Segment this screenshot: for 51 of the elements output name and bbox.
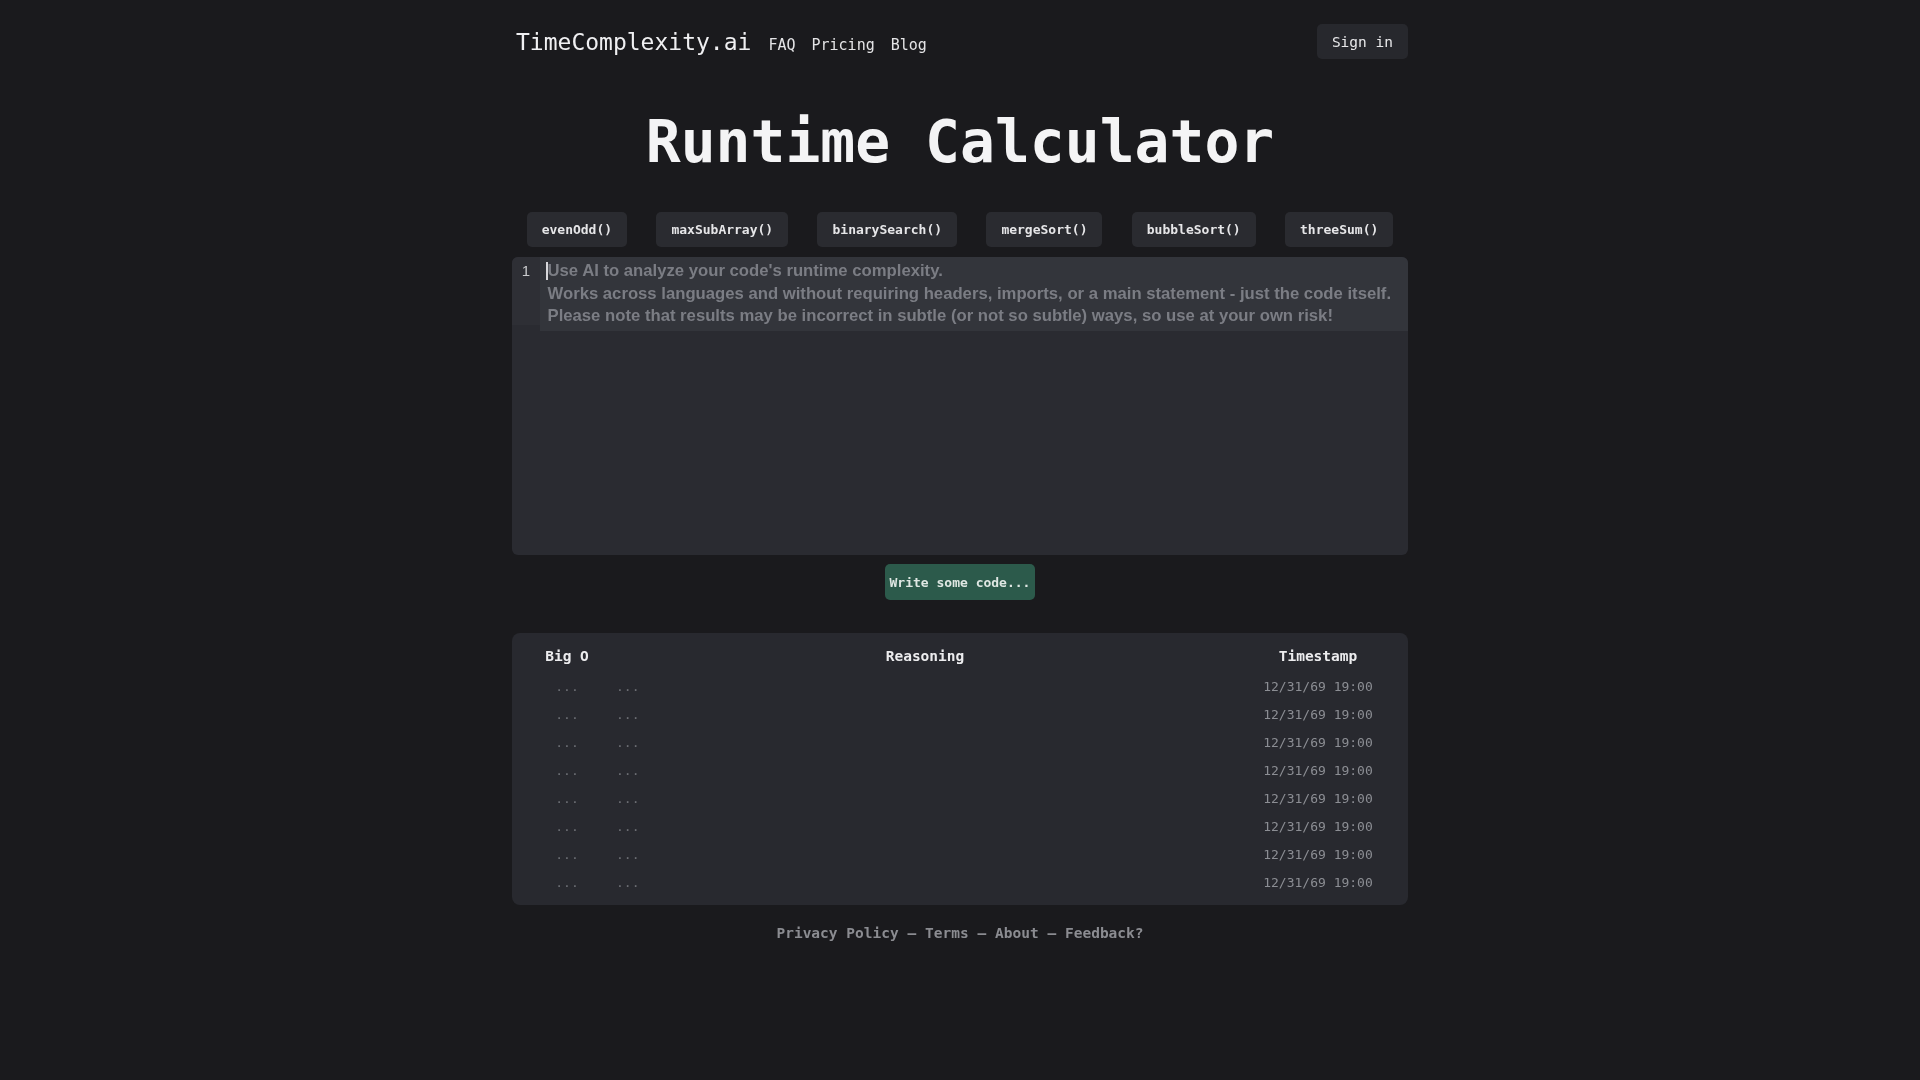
table-cell: ...: [555, 791, 579, 806]
example-button[interactable]: threeSum(): [1285, 212, 1394, 247]
footer-link[interactable]: Privacy Policy: [776, 922, 899, 943]
page-title: Runtime Calculator: [645, 107, 1275, 177]
table-cell: ...: [616, 763, 640, 778]
example-button[interactable]: evenOdd(): [526, 212, 628, 247]
site-logo[interactable]: TimeComplexity.ai: [516, 28, 752, 55]
footer-link[interactable]: About: [995, 922, 1039, 943]
table-cell: 12/31/69 19:00: [1263, 735, 1373, 750]
table-cell: ...: [616, 707, 640, 722]
footer-link[interactable]: Feedback?: [1064, 922, 1144, 943]
table-cell: 12/31/69 19:00: [1263, 707, 1373, 722]
sign-in-button[interactable]: Sign in: [1316, 24, 1408, 59]
table-cell: 12/31/69 19:00: [1263, 763, 1373, 778]
table-cell: ...: [616, 847, 640, 862]
line-number: 1: [512, 257, 540, 325]
table-cell: 12/31/69 19:00: [1263, 847, 1373, 862]
table-cell: ...: [616, 679, 640, 694]
table-cell: ...: [616, 819, 640, 834]
table-cell: ...: [555, 707, 579, 722]
example-button[interactable]: maxSubArray(): [656, 212, 789, 247]
table-cell: 12/31/69 19:00: [1263, 819, 1373, 834]
table-cell: 12/31/69 19:00: [1263, 791, 1373, 806]
footer-separator: –: [907, 923, 917, 943]
placeholder-text: Use AI to analyze your code's runtime complexity. Works across languages and without requiring headers, imports, or a main statement - just the code itself. Please note that results may be incorrect in subtle (or not so subtle) ways, so use at your own risk!: [547, 260, 1392, 328]
table-cell: ...: [616, 735, 640, 750]
table-cell: ...: [555, 735, 579, 750]
table-cell: ...: [555, 847, 579, 862]
submit-button[interactable]: Write some code...: [884, 564, 1036, 600]
nav-link[interactable]: FAQ: [768, 35, 796, 54]
nav-link[interactable]: Blog: [890, 35, 927, 54]
example-button[interactable]: bubbleSort(): [1131, 212, 1256, 247]
text-cursor-icon: [546, 262, 548, 280]
table-cell: ...: [555, 763, 579, 778]
table-cell: ...: [555, 679, 579, 694]
example-button[interactable]: binarySearch(): [817, 212, 958, 247]
table-cell: ...: [555, 875, 579, 890]
footer-separator: –: [977, 923, 987, 943]
column-header: Big O: [545, 648, 589, 665]
column-header: Timestamp: [1278, 648, 1358, 665]
table-cell: ...: [616, 875, 640, 890]
footer-separator: –: [1047, 923, 1057, 943]
column-header: Reasoning: [885, 648, 965, 665]
table-cell: ...: [616, 791, 640, 806]
example-button[interactable]: mergeSort(): [986, 212, 1103, 247]
nav-link[interactable]: Pricing: [811, 35, 875, 54]
table-cell: ...: [555, 819, 579, 834]
footer-link[interactable]: Terms: [925, 922, 969, 943]
table-cell: 12/31/69 19:00: [1263, 679, 1373, 694]
code-editor-field[interactable]: [512, 257, 1408, 555]
table-cell: 12/31/69 19:00: [1263, 875, 1373, 890]
